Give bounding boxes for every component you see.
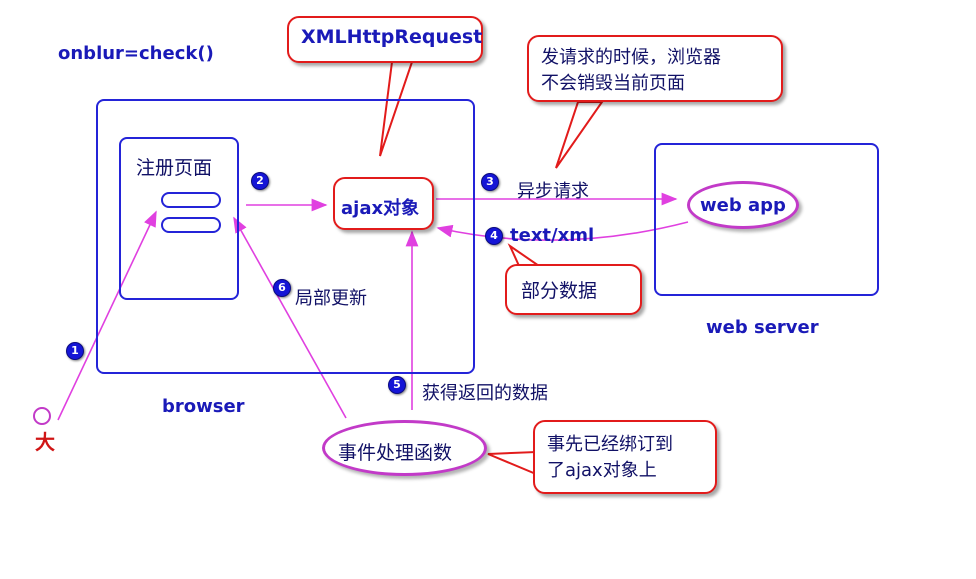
step-badge-6: 6 bbox=[273, 279, 291, 297]
bound-label-line2: 了ajax对象上 bbox=[547, 460, 657, 481]
async-request-label: 异步请求 bbox=[517, 181, 589, 202]
no-destroy-callout-pointer bbox=[555, 101, 604, 169]
step-badge-2: 2 bbox=[251, 172, 269, 190]
event-handler-label: 事件处理函数 bbox=[338, 442, 453, 464]
bound-callout-pointer bbox=[487, 450, 537, 476]
step-badge-5: 5 bbox=[388, 376, 406, 394]
no-destroy-label-line1: 发请求的时候，浏览器 bbox=[541, 47, 721, 68]
xhr-label: XMLHttpRequest bbox=[301, 26, 483, 48]
partial-update-label: 局部更新 bbox=[295, 288, 367, 309]
register-field-1 bbox=[161, 192, 221, 208]
ajax-flow-diagram: onblur=check() XMLHttpRequest 发请求的时候，浏览器… bbox=[0, 0, 976, 579]
bound-label-line1: 事先已经绑订到 bbox=[547, 434, 673, 455]
register-field-2 bbox=[161, 217, 221, 233]
step-badge-4: 4 bbox=[485, 227, 503, 245]
partial-data-label: 部分数据 bbox=[521, 280, 598, 302]
user-head-icon bbox=[33, 407, 51, 425]
step-badge-1: 1 bbox=[66, 342, 84, 360]
event-attr-label: onblur=check() bbox=[58, 43, 214, 64]
no-destroy-label-line2: 不会销毁当前页面 bbox=[541, 73, 685, 94]
browser-label: browser bbox=[162, 396, 245, 417]
text-xml-label: text/xml bbox=[510, 225, 595, 246]
ajax-object-label: ajax对象 bbox=[341, 198, 420, 219]
web-server-label: web server bbox=[706, 317, 819, 338]
user-figure-icon: 大 bbox=[35, 430, 55, 454]
step-badge-3: 3 bbox=[481, 173, 499, 191]
register-page-title: 注册页面 bbox=[136, 157, 213, 179]
web-app-label: web app bbox=[700, 195, 786, 216]
get-returned-data-label: 获得返回的数据 bbox=[422, 383, 548, 404]
